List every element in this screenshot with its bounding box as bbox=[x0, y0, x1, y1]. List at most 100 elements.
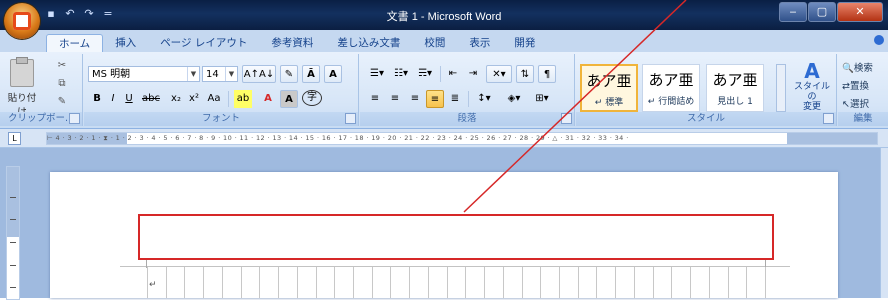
decrease-indent-icon[interactable]: ⇤ bbox=[444, 65, 462, 83]
style-name: 見出し 1 bbox=[717, 97, 753, 107]
style-name: ↵ 標準 bbox=[594, 98, 624, 108]
line-spacing-icon[interactable]: ↕▾ bbox=[472, 90, 496, 108]
ribbon-tabs: ホーム 挿入 ページ レイアウト 参考資料 差し込み文書 校閲 表示 開発 bbox=[46, 34, 547, 53]
separator bbox=[468, 91, 469, 107]
separator bbox=[440, 66, 441, 82]
grid-column-line bbox=[259, 267, 260, 298]
style-normal[interactable]: あア亜 ↵ 標準 bbox=[580, 64, 638, 112]
chevron-down-icon[interactable]: ▼ bbox=[187, 67, 199, 81]
sort-icon[interactable]: ⇅ bbox=[516, 65, 534, 83]
tab-review[interactable]: 校閲 bbox=[412, 34, 457, 52]
underline-button[interactable]: U bbox=[121, 90, 137, 108]
phonetic-guide-icon[interactable]: Ā bbox=[302, 65, 320, 83]
multilevel-list-icon[interactable]: ☴▾ bbox=[414, 65, 436, 83]
horizontal-ruler[interactable]: ⊢ 4 ⋅ 3 ⋅ 2 ⋅ 1 ⋅ ⧗ ⋅ 1 ⋅ 2 ⋅ 3 ⋅ 4 ⋅ 5 … bbox=[46, 132, 878, 145]
maximize-button[interactable]: ▢ bbox=[808, 2, 836, 22]
tab-view[interactable]: 表示 bbox=[457, 34, 502, 52]
font-size-combo[interactable]: 14 ▼ bbox=[202, 66, 238, 82]
asian-layout-icon[interactable]: ✕▾ bbox=[486, 65, 512, 83]
clear-formatting-icon[interactable]: ✎ bbox=[280, 65, 298, 83]
italic-button[interactable]: I bbox=[105, 90, 121, 108]
enclosed-characters-icon[interactable]: 字 bbox=[302, 90, 322, 106]
style-heading-1[interactable]: あア亜 見出し 1 bbox=[706, 64, 764, 112]
borders-icon[interactable]: ⊞▾ bbox=[530, 90, 554, 108]
vertical-ruler-margin bbox=[7, 167, 19, 237]
grow-shrink-font-button[interactable]: A↑A↓ bbox=[242, 65, 276, 83]
font-color-button[interactable]: A bbox=[260, 90, 276, 108]
numbering-icon[interactable]: ☷▾ bbox=[390, 65, 412, 83]
grid-column-line bbox=[447, 267, 448, 298]
shading-icon[interactable]: ◈▾ bbox=[502, 90, 526, 108]
change-styles-button[interactable]: A スタイルの 変更 bbox=[790, 60, 834, 112]
clipboard-group: 貼り付け ✂ ⧉ ✎ クリップボー... bbox=[0, 54, 83, 126]
paste-button[interactable]: 貼り付け bbox=[6, 56, 38, 118]
tab-insert[interactable]: 挿入 bbox=[103, 34, 148, 52]
office-logo-icon bbox=[13, 12, 31, 30]
paragraph-launcher-button[interactable] bbox=[561, 113, 572, 124]
grid-column-line bbox=[728, 267, 729, 298]
vertical-ruler[interactable] bbox=[6, 166, 20, 300]
help-icon[interactable] bbox=[874, 35, 884, 45]
font-group-label: フォント bbox=[84, 112, 358, 126]
select-label: 選択 bbox=[849, 99, 869, 110]
change-case-button[interactable]: Aa bbox=[206, 90, 222, 108]
cut-icon[interactable]: ✂ bbox=[56, 60, 68, 72]
grid-column-line bbox=[166, 267, 167, 298]
align-right-icon[interactable]: ≡ bbox=[406, 90, 424, 108]
find-button[interactable]: 🔍検索 bbox=[842, 60, 873, 74]
select-button[interactable]: ↖選択 bbox=[842, 96, 869, 110]
change-styles-label: 変更 bbox=[802, 102, 821, 112]
replace-icon: ⇄ bbox=[842, 81, 850, 92]
tab-home[interactable]: ホーム bbox=[46, 34, 104, 53]
replace-button[interactable]: ⇄置換 bbox=[842, 78, 869, 92]
paragraph-group-label: 段落 bbox=[360, 112, 574, 126]
character-shading-button[interactable]: A bbox=[280, 90, 298, 108]
tab-mailings[interactable]: 差し込み文書 bbox=[325, 34, 412, 52]
font-name-combo[interactable]: MS 明朝 ▼ bbox=[88, 66, 200, 82]
styles-launcher-button[interactable] bbox=[823, 113, 834, 124]
align-center-icon[interactable]: ≡ bbox=[386, 90, 404, 108]
grid-column-line bbox=[297, 267, 298, 298]
select-icon: ↖ bbox=[842, 99, 850, 110]
justify-icon[interactable]: ≡ bbox=[426, 90, 444, 108]
superscript-button[interactable]: x² bbox=[186, 90, 202, 108]
subscript-button[interactable]: x₂ bbox=[168, 90, 184, 108]
font-group: MS 明朝 ▼ 14 ▼ A↑A↓ ✎ Ā A B I U abc x₂ x² … bbox=[84, 54, 359, 126]
ruler-scale: ⊢ 4 ⋅ 3 ⋅ 2 ⋅ 1 ⋅ ⧗ ⋅ 1 ⋅ 2 ⋅ 3 ⋅ 4 ⋅ 5 … bbox=[47, 134, 629, 142]
grid-column-line bbox=[353, 267, 354, 298]
ruler-tick bbox=[10, 197, 16, 198]
clipboard-launcher-button[interactable] bbox=[69, 113, 80, 124]
ruler-right-margin bbox=[787, 133, 877, 144]
show-formatting-marks-icon[interactable]: ¶ bbox=[538, 65, 556, 83]
minimize-button[interactable]: ‒ bbox=[779, 2, 807, 22]
grid-column-line bbox=[634, 267, 635, 298]
tab-references[interactable]: 参考資料 bbox=[259, 34, 325, 52]
grid-column-line bbox=[596, 267, 597, 298]
font-launcher-button[interactable] bbox=[345, 113, 356, 124]
copy-icon[interactable]: ⧉ bbox=[56, 78, 68, 90]
grid-column-line bbox=[484, 267, 485, 298]
tab-page-layout[interactable]: ページ レイアウト bbox=[148, 34, 259, 52]
highlight-color-icon[interactable]: ab bbox=[234, 90, 252, 108]
format-painter-icon[interactable]: ✎ bbox=[56, 96, 68, 108]
close-button[interactable]: ✕ bbox=[837, 2, 883, 22]
bullets-icon[interactable]: ☰▾ bbox=[366, 65, 388, 83]
character-grid bbox=[147, 267, 766, 298]
tab-developer[interactable]: 開発 bbox=[502, 34, 547, 52]
office-button[interactable] bbox=[4, 3, 40, 39]
increase-indent-icon[interactable]: ⇥ bbox=[464, 65, 482, 83]
strikethrough-button[interactable]: abc bbox=[142, 90, 160, 108]
vertical-scrollbar[interactable] bbox=[880, 148, 888, 298]
grid-column-line bbox=[709, 267, 710, 298]
styles-gallery-scroll[interactable] bbox=[776, 64, 786, 112]
tab-selector-button[interactable]: L bbox=[8, 132, 21, 145]
distributed-icon[interactable]: ≣ bbox=[446, 90, 464, 108]
grid-column-line bbox=[465, 267, 466, 298]
chevron-down-icon[interactable]: ▼ bbox=[225, 67, 237, 81]
align-left-icon[interactable]: ≡ bbox=[366, 90, 384, 108]
bold-button[interactable]: B bbox=[89, 90, 105, 108]
character-border-icon[interactable]: A bbox=[324, 65, 342, 83]
ruler-tick bbox=[10, 219, 16, 220]
grid-column-line bbox=[503, 267, 504, 298]
style-no-spacing[interactable]: あア亜 ↵ 行間詰め bbox=[642, 64, 700, 112]
